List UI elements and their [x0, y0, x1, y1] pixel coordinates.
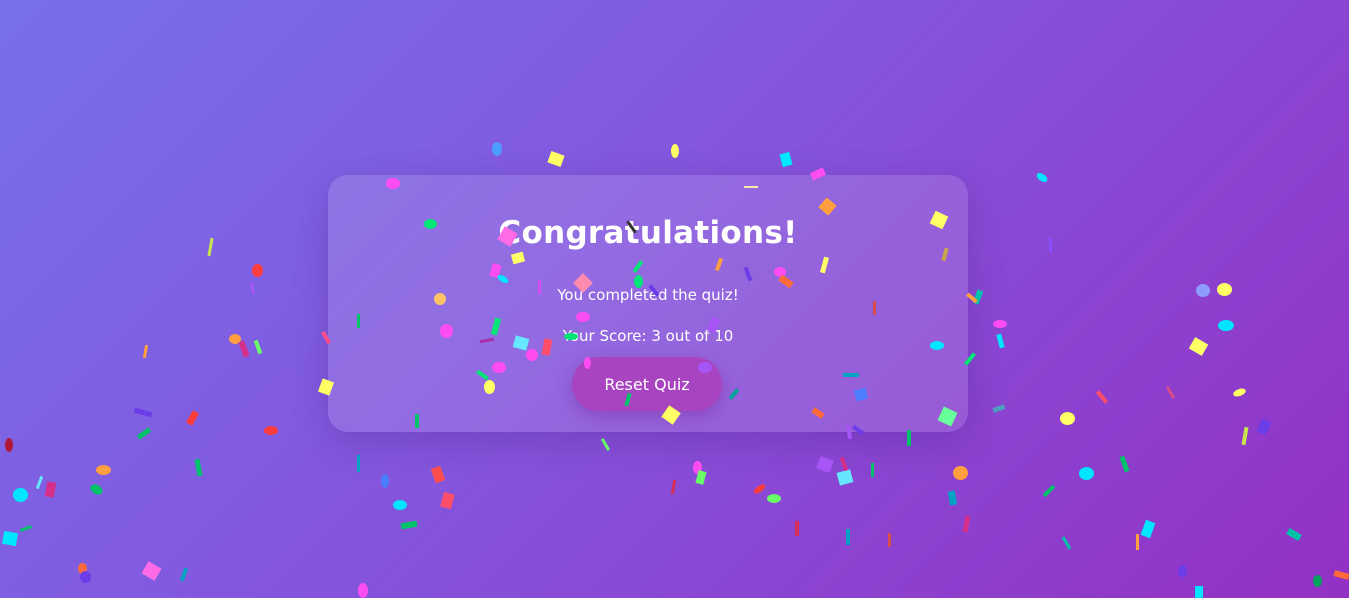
- confetti-piece: [238, 340, 250, 358]
- confetti-piece: [1079, 467, 1094, 480]
- confetti-piece: [816, 455, 834, 474]
- confetti-piece: [1095, 390, 1109, 404]
- confetti-piece: [1241, 426, 1249, 446]
- confetti-piece: [1188, 337, 1209, 356]
- confetti-piece: [1136, 534, 1139, 550]
- confetti-piece: [779, 151, 793, 168]
- confetti-piece: [693, 461, 702, 474]
- confetti-piece: [1035, 171, 1049, 184]
- confetti-piece: [78, 563, 87, 574]
- confetti-piece: [795, 521, 799, 536]
- confetti-piece: [44, 481, 57, 498]
- confetti-piece: [996, 333, 1005, 349]
- confetti-piece: [752, 482, 767, 496]
- confetti-piece: [1178, 565, 1187, 577]
- confetti-piece: [96, 465, 111, 475]
- confetti-piece: [846, 529, 850, 545]
- confetti-piece: [839, 456, 849, 472]
- confetti-piece: [1119, 455, 1130, 473]
- confetti-piece: [1218, 320, 1234, 331]
- confetti-piece: [229, 334, 241, 344]
- confetti-piece: [1060, 412, 1075, 425]
- confetti-piece: [5, 438, 13, 452]
- confetti-piece: [185, 410, 200, 426]
- confetti-piece: [358, 583, 368, 598]
- confetti-piece: [1195, 586, 1203, 598]
- confetti-piece: [1042, 484, 1056, 498]
- confetti-piece: [947, 490, 958, 506]
- confetti-piece: [836, 469, 854, 486]
- confetti-piece: [381, 474, 389, 488]
- completion-message: You completed the quiz!: [557, 286, 739, 304]
- confetti-piece: [972, 289, 984, 305]
- confetti-piece: [142, 344, 149, 359]
- confetti-piece: [600, 438, 611, 451]
- confetti-piece: [133, 407, 153, 418]
- confetti-piece: [547, 150, 565, 168]
- confetti-piece: [1333, 570, 1349, 580]
- confetti-piece: [264, 426, 278, 435]
- confetti-piece: [440, 491, 455, 510]
- result-card: Congratulations! You completed the quiz!…: [328, 175, 968, 432]
- confetti-piece: [1232, 386, 1247, 399]
- confetti-piece: [670, 479, 677, 495]
- confetti-piece: [179, 567, 189, 582]
- confetti-piece: [1049, 238, 1052, 252]
- confetti-piece: [1217, 283, 1232, 296]
- score-text: Your Score: 3 out of 10: [562, 327, 734, 345]
- confetti-piece: [136, 427, 152, 440]
- confetti-piece: [1286, 527, 1302, 542]
- confetti-piece: [671, 144, 679, 158]
- confetti-piece: [35, 475, 44, 490]
- confetti-piece: [1256, 418, 1272, 436]
- confetti-piece: [953, 466, 968, 480]
- confetti-piece: [80, 571, 91, 583]
- confetti-piece: [207, 237, 214, 257]
- confetti-piece: [19, 525, 33, 532]
- confetti-piece: [888, 533, 891, 547]
- confetti-piece: [993, 320, 1007, 328]
- confetti-piece: [1165, 386, 1176, 399]
- confetti-piece: [393, 500, 407, 510]
- confetti-piece: [767, 494, 781, 503]
- confetti-piece: [430, 465, 446, 484]
- reset-quiz-button[interactable]: Reset Quiz: [572, 357, 722, 411]
- confetti-piece: [88, 482, 105, 497]
- confetti-piece: [357, 455, 360, 472]
- confetti-piece: [194, 458, 203, 477]
- confetti-piece: [13, 488, 28, 502]
- confetti-piece: [992, 404, 1006, 413]
- confetti-piece: [1061, 536, 1072, 550]
- congratulations-title: Congratulations!: [498, 215, 798, 251]
- confetti-piece: [1313, 575, 1322, 587]
- confetti-piece: [695, 470, 707, 485]
- confetti-piece: [141, 561, 162, 581]
- confetti-piece: [253, 339, 263, 355]
- confetti-piece: [492, 142, 502, 156]
- confetti-piece: [1196, 284, 1210, 297]
- confetti-piece: [962, 515, 971, 533]
- confetti-piece: [1, 530, 19, 547]
- confetti-piece: [249, 281, 256, 295]
- confetti-piece: [1140, 519, 1156, 539]
- confetti-piece: [871, 463, 874, 477]
- confetti-piece: [907, 430, 911, 446]
- confetti-piece: [252, 264, 263, 277]
- confetti-piece: [400, 520, 418, 530]
